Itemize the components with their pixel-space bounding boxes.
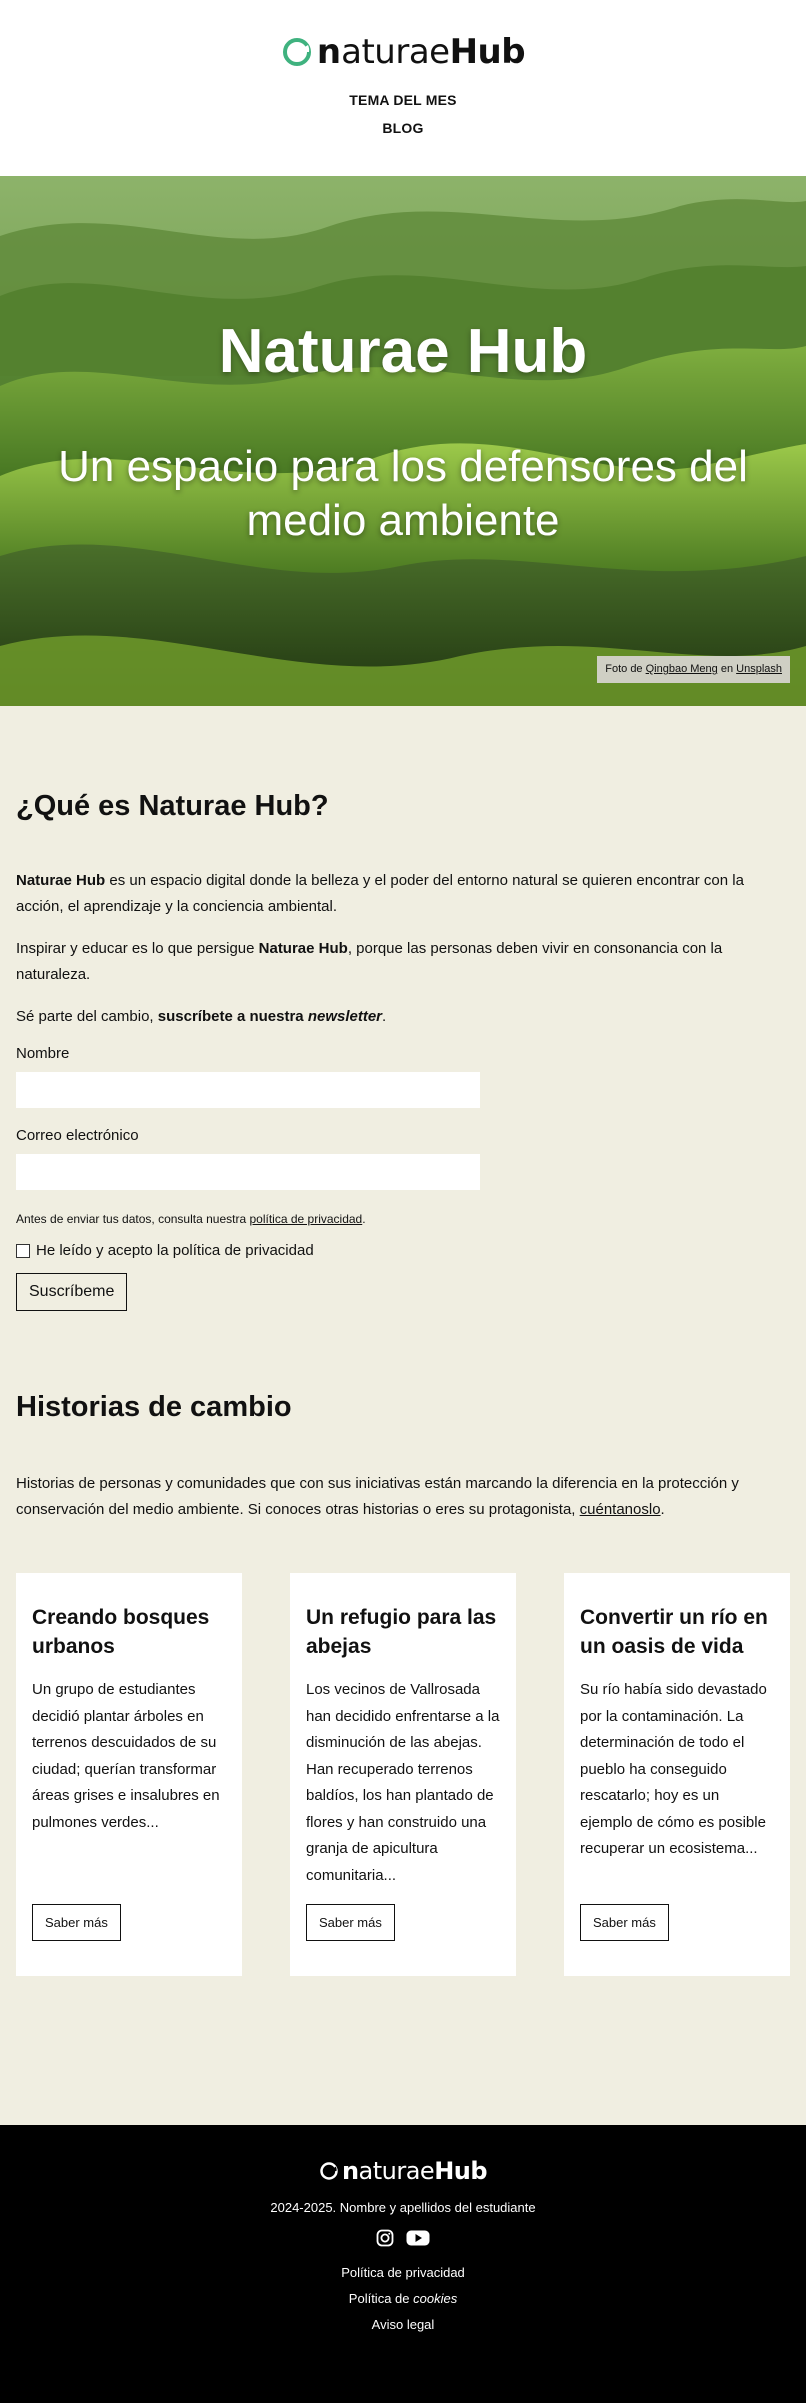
stories-section: Historias de cambio Historias de persona…: [0, 1311, 806, 1976]
stories-intro: Historias de personas y comunidades que …: [16, 1471, 790, 1523]
footer-logo-prefix: n: [341, 2157, 359, 2185]
privacy-consent-label: He leído y acepto la política de privaci…: [36, 1242, 314, 1259]
footer-logo-leaf-icon: [320, 2162, 338, 2180]
about-p3-italic: newsletter: [307, 1008, 383, 1025]
story-read-more-button[interactable]: Saber más: [306, 1904, 395, 1941]
footer-logo-text-bold: Hub: [434, 2157, 488, 2185]
privacy-note-post: .: [362, 1212, 366, 1226]
name-input[interactable]: [16, 1072, 480, 1108]
about-p1-text: es un espacio digital donde la belleza y…: [16, 872, 744, 915]
footer-link-privacy-text: Política de privacidad: [341, 2265, 465, 2280]
site-header: n aturae Hub TEMA DEL MES BLOG: [0, 0, 806, 176]
about-section: ¿Qué es Naturae Hub? Naturae Hub es un e…: [0, 706, 806, 1311]
logo-prefix: n: [316, 32, 342, 72]
nav-item-blog[interactable]: BLOG: [0, 114, 806, 142]
about-heading: ¿Qué es Naturae Hub?: [16, 790, 329, 822]
logo-leaf-icon: [282, 38, 311, 66]
about-paragraph-1: Naturae Hub es un espacio digital donde …: [16, 868, 790, 920]
logo-text-light: aturae: [341, 32, 450, 72]
footer-logo-text-light: aturae: [358, 2157, 435, 2185]
email-label: Correo electrónico: [16, 1127, 139, 1144]
footer-link-legal[interactable]: Aviso legal: [0, 2312, 806, 2338]
newsletter-form: Nombre Correo electrónico Antes de envia…: [16, 1044, 790, 1311]
story-read-more-button[interactable]: Saber más: [580, 1904, 669, 1941]
privacy-consent-checkbox[interactable]: [16, 1243, 30, 1258]
about-p2-pre: Inspirar y educar es lo que persigue: [16, 940, 259, 957]
about-paragraph-3: Sé parte del cambio, suscríbete a nuestr…: [16, 1004, 790, 1030]
footer-link-cookies-text: Política de: [348, 2291, 414, 2306]
photo-credit-author-link[interactable]: Qingbao Meng: [646, 663, 718, 675]
nav-item-tema-del-mes[interactable]: TEMA DEL MES: [0, 86, 806, 114]
footer-link-privacy[interactable]: Política de privacidad: [0, 2260, 806, 2286]
about-p3-bold: suscríbete a nuestra newsletter: [158, 1008, 382, 1025]
subscribe-button[interactable]: Suscríbeme: [16, 1273, 128, 1311]
email-input[interactable]: [16, 1154, 480, 1190]
site-footer: n aturae Hub 2024-2025. Nombre y apellidos…: [0, 2125, 806, 2403]
story-card-text: Su río había sido devastado por la conta…: [580, 1681, 767, 1857]
photo-credit-mid: en: [717, 663, 737, 675]
story-card-text: Los vecinos de Vallrosada han decidido e…: [306, 1681, 500, 1884]
photo-credit: Foto de Qingbao Meng en Unsplash: [597, 656, 790, 683]
privacy-note-pre: Antes de enviar tus datos, consulta nues…: [16, 1212, 250, 1226]
stories-intro-post: .: [660, 1501, 665, 1518]
footer-credit: 2024-2025. Nombre y apellidos del estudi…: [270, 2200, 536, 2215]
about-p3-post: .: [382, 1008, 387, 1025]
privacy-consent-row: He leído y acepto la política de privaci…: [16, 1242, 790, 1259]
footer-link-legal-text: Aviso legal: [371, 2317, 435, 2332]
instagram-icon[interactable]: [376, 2229, 394, 2252]
hero-title: Naturae Hub: [218, 317, 588, 386]
stories-heading: Historias de cambio: [16, 1391, 292, 1423]
about-paragraph-2: Inspirar y educar es lo que persigue Nat…: [16, 936, 790, 988]
photo-credit-source-link[interactable]: Unsplash: [736, 663, 782, 675]
hero-banner: Naturae Hub Un espacio para los defensor…: [0, 176, 806, 706]
story-read-more-button[interactable]: Saber más: [32, 1904, 121, 1941]
social-links: [0, 2229, 806, 2252]
privacy-note: Antes de enviar tus datos, consulta nues…: [16, 1210, 790, 1228]
footer-link-cookies[interactable]: Política de cookies: [0, 2286, 806, 2312]
name-label: Nombre: [16, 1045, 70, 1062]
site-logo[interactable]: n aturae Hub: [281, 28, 526, 76]
privacy-policy-link[interactable]: política de privacidad: [249, 1212, 362, 1226]
about-p3-pre: Sé parte del cambio,: [16, 1008, 158, 1025]
youtube-icon[interactable]: [406, 2229, 430, 2252]
logo-text-bold: Hub: [449, 32, 526, 72]
story-card-title: Convertir un río en un oasis de vida: [580, 1606, 768, 1658]
story-card-text: Un grupo de estudiantes decidió plantar …: [32, 1681, 220, 1831]
photo-credit-prefix: Foto de: [605, 663, 646, 675]
main-nav: TEMA DEL MES BLOG: [0, 86, 806, 142]
story-card: Creando bosques urbanos Un grupo de estu…: [16, 1573, 242, 1976]
hero-subtitle: Un espacio para los defensores del medio…: [58, 442, 748, 545]
stories-contact-link[interactable]: cuéntanoslo: [580, 1501, 661, 1518]
story-cards: Creando bosques urbanos Un grupo de estu…: [16, 1573, 790, 1976]
footer-logo[interactable]: n aturae Hub: [319, 2157, 488, 2185]
about-p2-bold: Naturae Hub: [258, 940, 348, 957]
about-p3-bold-text: suscríbete a nuestra: [157, 1008, 308, 1025]
about-p1-bold: Naturae Hub: [16, 872, 106, 889]
story-card: Convertir un río en un oasis de vida Su …: [564, 1573, 790, 1976]
story-card-title: Creando bosques urbanos: [32, 1606, 210, 1658]
footer-links: Política de privacidad Política de cooki…: [0, 2260, 806, 2338]
story-card: Un refugio para las abejas Los vecinos d…: [290, 1573, 516, 1976]
footer-link-cookies-italic: cookies: [413, 2291, 458, 2306]
story-card-title: Un refugio para las abejas: [306, 1606, 497, 1658]
